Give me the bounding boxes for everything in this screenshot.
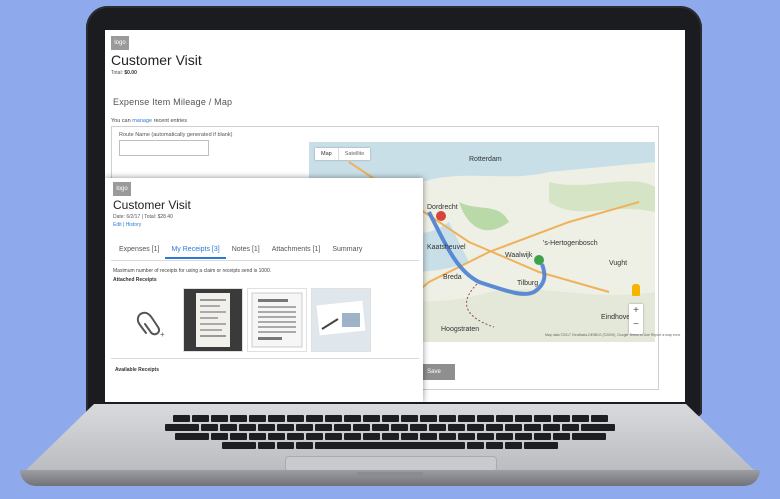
tab-expenses[interactable]: Expenses [1] bbox=[113, 244, 165, 259]
tab-attachments[interactable]: Attachments [1] bbox=[266, 244, 327, 259]
attach-receipt-button[interactable]: + bbox=[119, 288, 179, 352]
zoom-in-button[interactable]: + bbox=[629, 304, 643, 318]
map-place-label: 's-Hertogenbosch bbox=[543, 240, 598, 247]
card-logo: logo bbox=[113, 182, 131, 196]
tab-notes[interactable]: Notes [1] bbox=[226, 244, 266, 259]
keyboard bbox=[128, 415, 652, 455]
map-place-label: Waalwijk bbox=[505, 252, 533, 259]
laptop-notch bbox=[357, 472, 423, 478]
zoom-out-button[interactable]: − bbox=[629, 318, 643, 332]
map-place-label: Vught bbox=[609, 260, 628, 267]
map-place-label: Rotterdam bbox=[469, 156, 502, 163]
available-receipts-heading: Available Receipts bbox=[115, 367, 160, 373]
receipt-thumbnail[interactable] bbox=[247, 288, 307, 352]
tab-my-receipts[interactable]: My Receipts [3] bbox=[165, 244, 226, 259]
total-line: Total: $0.00 bbox=[111, 70, 137, 76]
map-zoom-control: + − bbox=[629, 304, 643, 334]
receipt-thumbnail[interactable] bbox=[183, 288, 243, 352]
manage-hint: You can manage recent entries bbox=[111, 118, 187, 124]
card-tabs: Expenses [1] My Receipts [3] Notes [1] A… bbox=[113, 244, 368, 259]
receipt-thumbnail[interactable] bbox=[311, 288, 371, 352]
manage-link[interactable]: manage bbox=[132, 118, 152, 124]
receipt-image bbox=[184, 289, 242, 351]
card-title: Customer Visit bbox=[113, 198, 191, 212]
receipt-limit-note: Maximum number of receipts for using a c… bbox=[113, 268, 272, 274]
app-logo: logo bbox=[111, 36, 129, 50]
street-view-pegman-icon[interactable] bbox=[632, 284, 640, 296]
page-title: Customer Visit bbox=[111, 52, 202, 68]
laptop-screen: logo Customer Visit Total: $0.00 Expense… bbox=[105, 30, 685, 402]
map-place-label: Hoogstraten bbox=[441, 326, 480, 333]
tab-summary[interactable]: Summary bbox=[326, 244, 368, 259]
map-place-label: Kaatsheuvel bbox=[427, 244, 466, 251]
map-type-toggle: Map Satellite bbox=[315, 148, 371, 160]
map-place-label: Dordrecht bbox=[427, 204, 458, 211]
invoice-image bbox=[251, 292, 303, 348]
document-photo-image bbox=[312, 289, 370, 351]
route-name-label: Route Name (automatically generated if b… bbox=[119, 132, 233, 138]
map-attribution: Map data ©2017 GeoBasis-DE/BKG (©2009), … bbox=[545, 333, 681, 337]
attached-receipts-heading: Attached Receipts bbox=[113, 277, 157, 283]
tabs-divider bbox=[111, 260, 419, 261]
map-tab-satellite[interactable]: Satellite bbox=[337, 148, 371, 160]
breadcrumb: Expense Item Mileage / Map bbox=[113, 97, 233, 107]
route-name-input[interactable] bbox=[119, 140, 209, 156]
trackpad bbox=[286, 457, 496, 471]
svg-text:+: + bbox=[160, 330, 165, 339]
section-divider bbox=[111, 358, 419, 359]
map-tab-map[interactable]: Map bbox=[315, 148, 338, 160]
card-links[interactable]: Edit | History bbox=[113, 222, 141, 228]
card-meta: Date: 6/2/17 | Total: $28.40 bbox=[113, 214, 173, 220]
paperclip-icon: + bbox=[136, 311, 165, 339]
map-place-label: Breda bbox=[443, 274, 462, 281]
map-place-label: Tilburg bbox=[517, 280, 539, 287]
receipts-card: logo Customer Visit Date: 6/2/17 | Total… bbox=[105, 178, 423, 402]
